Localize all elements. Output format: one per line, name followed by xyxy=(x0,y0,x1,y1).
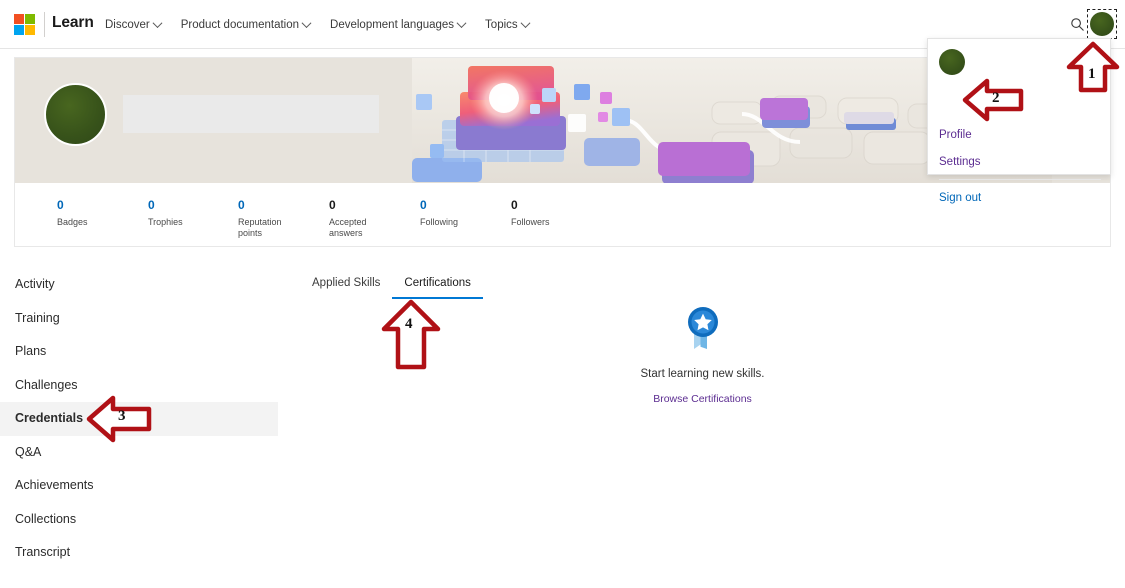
profile-display-name xyxy=(123,95,379,133)
stat-reputation-points[interactable]: 0 Reputation points xyxy=(238,198,308,239)
nav-item-label: Product documentation xyxy=(181,19,299,31)
profile-menu-link[interactable]: Profile xyxy=(939,129,972,141)
chevron-down-icon xyxy=(457,18,467,28)
browse-certifications-link[interactable]: Browse Certifications xyxy=(653,393,752,405)
chevron-down-icon xyxy=(152,18,162,28)
avatar-button[interactable] xyxy=(1087,9,1117,39)
stat-label: Reputation points xyxy=(238,217,308,239)
primary-nav: Discover Product documentation Development… xyxy=(95,0,539,49)
nav-item-topics[interactable]: Topics xyxy=(475,14,539,36)
sidebar-item-achievements[interactable]: Achievements xyxy=(0,469,290,503)
annotation-arrow-3: 3 xyxy=(87,396,151,442)
annotation-arrow-4: 4 xyxy=(381,300,441,370)
sidebar-item-label: Q&A xyxy=(15,445,41,459)
annotation-number-2: 2 xyxy=(992,90,1000,107)
annotation-number-3: 3 xyxy=(118,408,126,425)
annotation-arrow-1: 1 xyxy=(1067,42,1119,92)
logo-square-blue xyxy=(14,25,24,35)
avatar xyxy=(1090,12,1114,36)
sign-out-menu-link[interactable]: Sign out xyxy=(939,192,981,204)
settings-menu-link[interactable]: Settings xyxy=(939,156,981,168)
sidebar-item-training[interactable]: Training xyxy=(0,302,290,336)
nav-item-development-languages[interactable]: Development languages xyxy=(320,14,475,36)
stat-label: Badges xyxy=(57,217,88,228)
chevron-down-icon xyxy=(302,18,312,28)
stat-label: Accepted answers xyxy=(329,217,399,239)
nav-item-label: Development languages xyxy=(330,19,454,31)
menu-separator xyxy=(939,179,1101,180)
tab-certifications[interactable]: Certifications xyxy=(392,273,482,299)
stat-value: 0 xyxy=(329,198,399,212)
stat-followers: 0 Followers xyxy=(511,198,550,228)
logo-square-red xyxy=(14,14,24,24)
tab-label: Certifications xyxy=(404,277,470,289)
stat-label: Following xyxy=(420,217,458,228)
stat-value[interactable]: 0 xyxy=(238,198,308,212)
logo-square-green xyxy=(25,14,35,24)
sidebar-item-transcript[interactable]: Transcript xyxy=(0,536,290,570)
certifications-empty-state: Start learning new skills. Browse Certif… xyxy=(585,305,820,407)
sidebar-item-label: Plans xyxy=(15,344,46,358)
sidebar-item-label: Challenges xyxy=(15,378,78,392)
empty-state-message: Start learning new skills. xyxy=(585,368,820,380)
nav-item-label: Topics xyxy=(485,19,518,31)
menu-avatar xyxy=(939,49,965,75)
stat-label: Trophies xyxy=(148,217,183,228)
sidebar-item-collections[interactable]: Collections xyxy=(0,503,290,537)
logo-square-yellow xyxy=(25,25,35,35)
sidebar-item-plans[interactable]: Plans xyxy=(0,335,290,369)
search-icon[interactable] xyxy=(1070,17,1085,32)
certification-badge-icon xyxy=(682,305,724,351)
stat-label: Followers xyxy=(511,217,550,228)
sidebar-item-label: Transcript xyxy=(15,545,70,559)
tab-applied-skills[interactable]: Applied Skills xyxy=(300,273,392,299)
stat-value[interactable]: 0 xyxy=(57,198,88,212)
header-divider xyxy=(44,12,45,37)
stat-trophies[interactable]: 0 Trophies xyxy=(148,198,183,228)
stat-accepted-answers: 0 Accepted answers xyxy=(329,198,399,239)
stat-value[interactable]: 0 xyxy=(148,198,183,212)
stat-following[interactable]: 0 Following xyxy=(420,198,458,228)
nav-item-label: Discover xyxy=(105,19,150,31)
brand-title[interactable]: Learn xyxy=(52,14,94,32)
annotation-number-1: 1 xyxy=(1088,66,1096,83)
sidebar-item-label: Achievements xyxy=(15,478,94,492)
annotation-arrow-2: 2 xyxy=(963,79,1023,121)
sidebar-item-label: Credentials xyxy=(15,411,83,425)
sidebar-item-label: Training xyxy=(15,311,60,325)
chevron-down-icon xyxy=(520,18,530,28)
sidebar-item-activity[interactable]: Activity xyxy=(0,268,290,302)
stat-value: 0 xyxy=(511,198,550,212)
stat-value[interactable]: 0 xyxy=(420,198,458,212)
sidebar-item-label: Activity xyxy=(15,277,55,291)
microsoft-logo-icon[interactable] xyxy=(14,14,35,35)
nav-item-discover[interactable]: Discover xyxy=(95,14,171,36)
annotation-number-4: 4 xyxy=(405,316,413,333)
sidebar-item-label: Collections xyxy=(15,512,76,526)
nav-item-product-documentation[interactable]: Product documentation xyxy=(171,14,320,36)
profile-avatar xyxy=(44,83,107,146)
stat-badges[interactable]: 0 Badges xyxy=(57,198,88,228)
content-tabs: Applied Skills Certifications xyxy=(300,273,483,299)
page-root: Learn Discover Product documentation Devel… xyxy=(0,0,1125,588)
tab-label: Applied Skills xyxy=(312,277,380,289)
